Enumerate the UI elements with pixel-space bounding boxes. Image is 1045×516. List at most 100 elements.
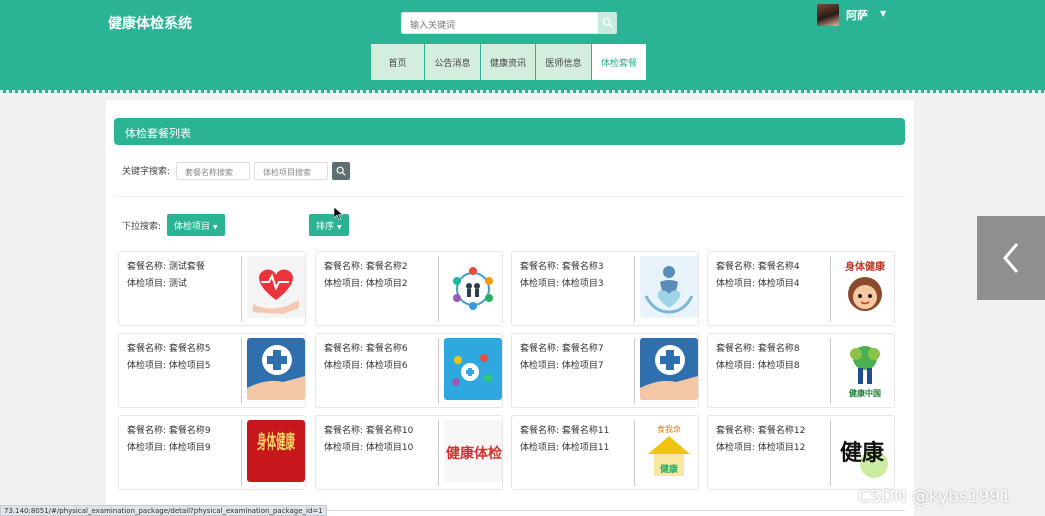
package-name: 套餐名称: 套餐名称9 bbox=[127, 426, 211, 436]
package-exam-item: 体检项目: 体检项目5 bbox=[127, 361, 211, 371]
card-divider bbox=[241, 256, 242, 322]
nav-item-packages[interactable]: 体检套餐 bbox=[592, 44, 646, 80]
image-caption: 健康体检 bbox=[446, 445, 502, 462]
image-caption: 食我命 bbox=[657, 424, 681, 434]
package-exam-item: 体检项目: 体检项目7 bbox=[520, 361, 604, 371]
sort-dropdown[interactable]: 排序 ▼ bbox=[309, 214, 349, 236]
card-divider bbox=[438, 256, 439, 322]
caret-down-icon: ▼ bbox=[213, 224, 218, 231]
search-icon bbox=[602, 17, 613, 28]
package-name-search-input[interactable]: 套餐名称搜索 bbox=[176, 162, 250, 180]
card-divider bbox=[634, 420, 635, 486]
package-name: 套餐名称: 套餐名称3 bbox=[520, 262, 604, 272]
package-exam-item: 体检项目: 体检项目10 bbox=[324, 443, 414, 453]
package-name: 套餐名称: 套餐名称6 bbox=[324, 344, 408, 354]
nav-item-announcements[interactable]: 公告消息 bbox=[425, 44, 481, 80]
package-card[interactable]: 套餐名称: 套餐名称4 体检项目: 体检项目4 身体健康 bbox=[707, 251, 895, 326]
filter-divider bbox=[114, 196, 905, 197]
health-text-image: 健康体检 bbox=[444, 420, 502, 482]
medical-icons-image bbox=[444, 256, 502, 318]
card-divider bbox=[438, 420, 439, 486]
package-name: 套餐名称: 套餐名称5 bbox=[127, 344, 211, 354]
keyword-search-label: 关键字搜索: bbox=[122, 167, 171, 177]
health-china-image: 健康中国 bbox=[836, 338, 894, 400]
package-name: 套餐名称: 套餐名称7 bbox=[520, 344, 604, 354]
package-name: 套餐名称: 套餐名称11 bbox=[520, 426, 610, 436]
package-name: 套餐名称: 测试套餐 bbox=[127, 262, 205, 272]
package-exam-item: 体检项目: 体检项目8 bbox=[716, 361, 800, 371]
health-red-image: 身体健康 bbox=[247, 420, 305, 482]
site-brand[interactable]: 健康体检系统 bbox=[108, 13, 192, 33]
package-exam-item: 体检项目: 体检项目9 bbox=[127, 443, 211, 453]
health-calligraphy-image: 健康 bbox=[836, 420, 894, 482]
exam-item-dropdown[interactable]: 体检项目 ▼ bbox=[167, 214, 225, 236]
package-card[interactable]: 套餐名称: 套餐名称8 体检项目: 体检项目8 健康中国 bbox=[707, 333, 895, 408]
dropdown-search-label: 下拉搜索: bbox=[122, 222, 162, 232]
package-exam-item: 体检项目: 测试 bbox=[127, 279, 187, 289]
package-card[interactable]: 套餐名称: 套餐名称6 体检项目: 体检项目6 bbox=[315, 333, 503, 408]
card-divider bbox=[830, 420, 831, 486]
search-icon bbox=[336, 166, 346, 176]
side-back-button[interactable] bbox=[977, 216, 1045, 300]
watermark: CSDN @kybs1991 bbox=[858, 487, 1012, 507]
chevron-left-icon bbox=[1003, 243, 1019, 273]
cross-hand-image bbox=[247, 338, 305, 400]
image-caption: 身体健康 bbox=[845, 260, 886, 273]
chevron-down-icon[interactable]: ▼ bbox=[880, 9, 886, 18]
package-name: 套餐名称: 套餐名称4 bbox=[716, 262, 800, 272]
exam-item-dropdown-label: 体检项目 bbox=[174, 222, 211, 232]
section-title: 体检套餐列表 bbox=[114, 118, 905, 145]
package-name: 套餐名称: 套餐名称10 bbox=[324, 426, 414, 436]
header-search-input[interactable]: 输入关键词 bbox=[401, 12, 599, 34]
image-caption: 健康 bbox=[840, 440, 885, 466]
package-card[interactable]: 套餐名称: 套餐名称5 体检项目: 体检项目5 bbox=[118, 333, 306, 408]
heart-hands-image bbox=[640, 256, 698, 318]
package-card[interactable]: 套餐名称: 套餐名称2 体检项目: 体检项目2 bbox=[315, 251, 503, 326]
package-card[interactable]: 套餐名称: 套餐名称7 体检项目: 体检项目7 bbox=[511, 333, 699, 408]
image-caption: 健康中国 bbox=[849, 388, 881, 398]
health-house-image: 食我命 健康 bbox=[640, 420, 698, 482]
package-card[interactable]: 套餐名称: 套餐名称3 体检项目: 体检项目3 bbox=[511, 251, 699, 326]
card-divider bbox=[634, 338, 635, 404]
exam-item-search-input[interactable]: 体检项目搜索 bbox=[254, 162, 328, 180]
package-exam-item: 体检项目: 体检项目2 bbox=[324, 279, 408, 289]
caret-down-icon: ▼ bbox=[337, 224, 342, 231]
main-nav: 首页 公告消息 健康资讯 医师信息 体检套餐 bbox=[371, 44, 646, 80]
card-divider bbox=[830, 338, 831, 404]
nav-item-home[interactable]: 首页 bbox=[371, 44, 425, 80]
card-divider bbox=[241, 338, 242, 404]
mouse-cursor-icon bbox=[334, 207, 343, 220]
card-divider bbox=[634, 256, 635, 322]
package-card[interactable]: 套餐名称: 套餐名称10 体检项目: 体检项目10 健康体检 bbox=[315, 415, 503, 490]
package-exam-item: 体检项目: 体检项目11 bbox=[520, 443, 610, 453]
user-avatar[interactable] bbox=[817, 4, 839, 26]
package-exam-item: 体检项目: 体检项目12 bbox=[716, 443, 806, 453]
package-exam-item: 体检项目: 体检项目6 bbox=[324, 361, 408, 371]
header-search-button[interactable] bbox=[598, 12, 617, 34]
nav-item-health-news[interactable]: 健康资讯 bbox=[481, 44, 536, 80]
sort-dropdown-label: 排序 bbox=[316, 222, 335, 232]
image-caption: 身体健康 bbox=[257, 430, 295, 453]
package-card[interactable]: 套餐名称: 套餐名称12 体检项目: 体检项目12 健康 bbox=[707, 415, 895, 490]
header-dashed-border bbox=[0, 90, 1045, 94]
package-exam-item: 体检项目: 体检项目4 bbox=[716, 279, 800, 289]
card-divider bbox=[241, 420, 242, 486]
card-divider bbox=[438, 338, 439, 404]
package-card[interactable]: 套餐名称: 套餐名称9 体检项目: 体检项目9 身体健康 bbox=[118, 415, 306, 490]
package-name: 套餐名称: 套餐名称8 bbox=[716, 344, 800, 354]
user-name[interactable]: 阿萨 bbox=[846, 7, 868, 23]
image-caption: 健康 bbox=[660, 463, 679, 475]
health-cartoon-image: 身体健康 bbox=[836, 256, 894, 318]
package-name: 套餐名称: 套餐名称2 bbox=[324, 262, 408, 272]
nav-item-doctors[interactable]: 医师信息 bbox=[536, 44, 592, 80]
keyword-search-button[interactable] bbox=[332, 162, 350, 180]
package-name: 套餐名称: 套餐名称12 bbox=[716, 426, 806, 436]
package-card[interactable]: 套餐名称: 套餐名称11 体检项目: 体检项目11 食我命 健康 bbox=[511, 415, 699, 490]
package-exam-item: 体检项目: 体检项目3 bbox=[520, 279, 604, 289]
health-app-image bbox=[444, 338, 502, 400]
cross-hand-image bbox=[640, 338, 698, 400]
card-divider bbox=[830, 256, 831, 322]
package-card[interactable]: 套餐名称: 测试套餐 体检项目: 测试 bbox=[118, 251, 306, 326]
status-bar-url: 73.140:8051/#/physical_examination_packa… bbox=[0, 505, 327, 516]
heart-hand-image bbox=[247, 256, 305, 318]
